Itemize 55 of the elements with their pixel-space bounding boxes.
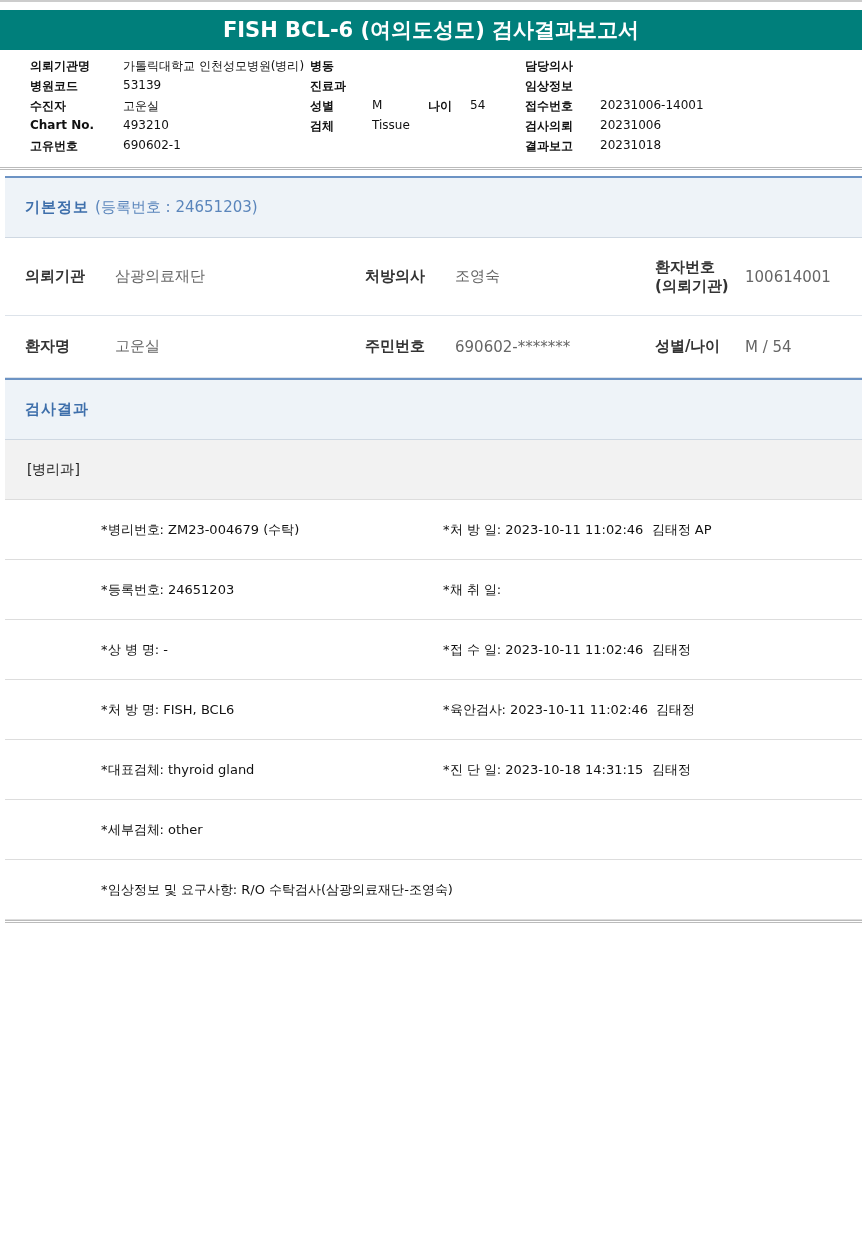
field-value: M xyxy=(372,98,384,114)
field-label: 진료과 xyxy=(310,78,347,95)
field-value: 20231006 xyxy=(600,118,663,134)
field-label: 담당의사 xyxy=(525,58,574,75)
field-label: 접수번호 xyxy=(525,98,574,115)
result-field: *진 단 일: 2023-10-18 14:31:15 김태정 xyxy=(443,760,862,779)
field-value: 가톨릭대학교 인천성모병원(병리) xyxy=(123,58,306,75)
info-value: 삼광의료재단 xyxy=(115,267,206,286)
field-label: 성별 xyxy=(310,98,335,115)
field-label: 병동 xyxy=(310,58,335,75)
field-label: 고유번호 xyxy=(30,138,79,155)
result-field: *접 수 일: 2023-10-11 11:02:46 김태정 xyxy=(443,640,862,659)
field-value: Tissue xyxy=(372,118,411,134)
field-label: 의뢰기관명 xyxy=(30,58,91,75)
field-label: 결과보고 xyxy=(525,138,574,155)
info-value: 고운실 xyxy=(115,337,161,356)
result-field: *처 방 명: FISH, BCL6 xyxy=(101,700,235,719)
result-field: *병리번호: ZM23-004679 (수탁) xyxy=(101,520,300,539)
result-field: *세부검체: other xyxy=(101,820,203,839)
result-field: *등록번호: 24651203 xyxy=(101,580,235,599)
field-label: 검체 xyxy=(310,118,335,135)
registration-number: (등록번호 : 24651203) xyxy=(95,198,258,217)
field-value: 20231006-14001 xyxy=(600,98,705,114)
info-value: 690602-******* xyxy=(455,337,572,356)
info-label: 처방의사 xyxy=(365,267,426,286)
info-label: 성별/나이 xyxy=(655,337,722,356)
info-label: 환자번호 (의뢰기관) xyxy=(655,257,730,296)
field-value: 690602-1 xyxy=(123,138,182,154)
field-label: 나이 xyxy=(428,98,453,115)
department-label: [병리과] xyxy=(5,440,862,500)
field-value: 54 xyxy=(470,98,487,114)
info-label: 환자명 xyxy=(25,337,71,356)
result-field: *처 방 일: 2023-10-11 11:02:46 김태정 AP xyxy=(443,520,862,539)
result-field: *대표검체: thyroid gland xyxy=(101,760,255,779)
result-field: *상 병 명: - xyxy=(101,640,168,659)
section-title: 검사결과 xyxy=(25,400,89,419)
info-value: M / 54 xyxy=(745,337,793,356)
field-value: 고운실 xyxy=(123,98,160,115)
info-value: 100614001 xyxy=(745,267,832,286)
info-label: 주민번호 xyxy=(365,337,426,356)
result-field: *육안검사: 2023-10-11 11:02:46 김태정 xyxy=(443,700,862,719)
field-label: Chart No. xyxy=(30,118,96,134)
field-label: 임상정보 xyxy=(525,78,574,95)
field-label: 병원코드 xyxy=(30,78,79,95)
result-field: *채 취 일: xyxy=(443,580,862,599)
field-value: 53139 xyxy=(123,78,163,94)
field-label: 수진자 xyxy=(30,98,67,115)
section-title: 기본정보 xyxy=(25,198,89,217)
field-label: 검사의뢰 xyxy=(525,118,574,135)
field-value: 20231018 xyxy=(600,138,663,154)
result-field: *임상정보 및 요구사항: R/O 수탁검사(삼광의료재단-조영숙) xyxy=(101,880,453,899)
info-value: 조영숙 xyxy=(455,267,501,286)
info-label: 의뢰기관 xyxy=(25,267,86,286)
report-title: FISH BCL-6 (여의도성모) 검사결과보고서 xyxy=(0,10,862,50)
field-value: 493210 xyxy=(123,118,170,134)
